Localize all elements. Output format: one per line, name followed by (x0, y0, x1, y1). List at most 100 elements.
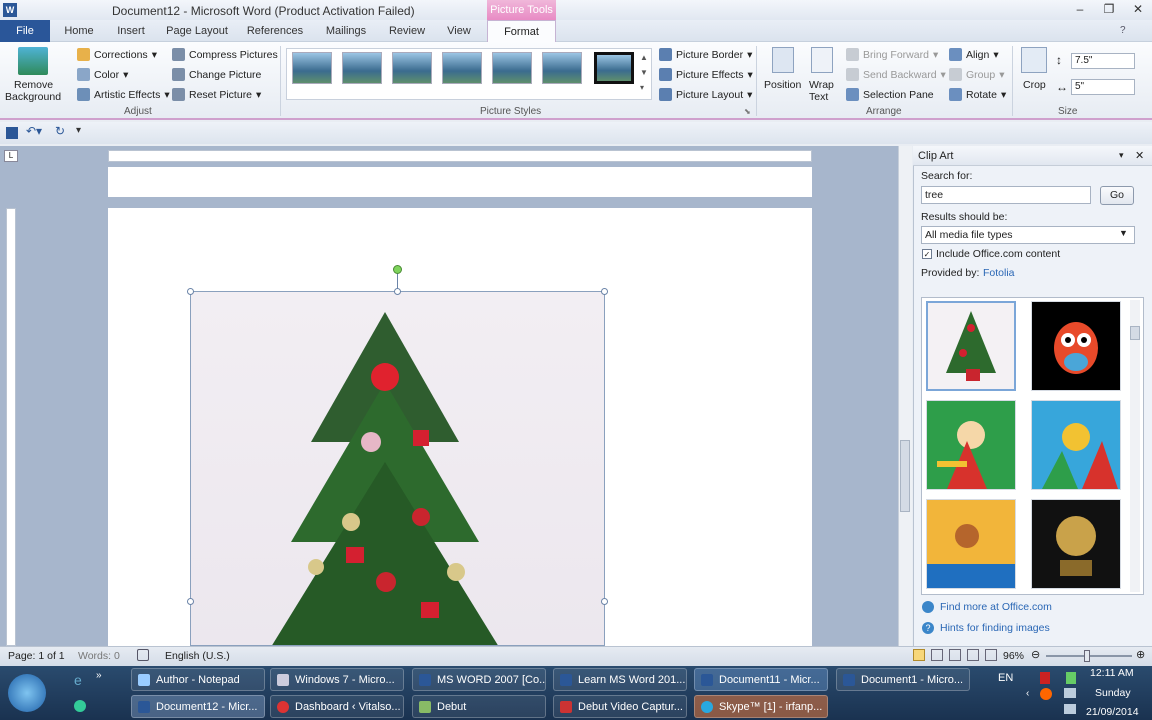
corrections-button[interactable]: Corrections ▾ (77, 48, 157, 61)
clip-result-monkey-green[interactable] (926, 400, 1016, 490)
task-document11[interactable]: Document11 - Micr... (694, 668, 828, 691)
picture-layout-button[interactable]: Picture Layout ▾ (659, 88, 752, 101)
vertical-scrollbar[interactable] (898, 146, 912, 646)
width-input[interactable]: 5" (1071, 79, 1135, 95)
task-dashboard[interactable]: Dashboard ‹ Vitalso... (270, 695, 404, 718)
hints-link[interactable]: Hints for finding images (940, 622, 1050, 634)
tab-review[interactable]: Review (382, 20, 432, 42)
zoom-slider-thumb[interactable] (1084, 650, 1090, 662)
chevron-down-icon[interactable]: ▼ (1119, 228, 1128, 238)
picture-style-1[interactable] (292, 52, 332, 84)
tab-page-layout[interactable]: Page Layout (162, 20, 232, 42)
clip-result-monkey-blue[interactable] (1031, 400, 1121, 490)
selected-picture[interactable] (190, 291, 605, 646)
crop-button[interactable]: Crop (1023, 79, 1046, 91)
page-previous[interactable] (108, 167, 812, 197)
tab-format[interactable]: Format (487, 20, 556, 43)
tray-recorder-icon[interactable] (1040, 672, 1050, 684)
zoom-in-icon[interactable]: ⊕ (1136, 648, 1145, 661)
group-button[interactable]: Group ▾ (949, 68, 1004, 81)
undo-icon[interactable]: ↶▾ (26, 124, 42, 138)
picture-style-5[interactable] (492, 52, 532, 84)
picture-style-7[interactable] (594, 52, 634, 84)
picture-style-3[interactable] (392, 52, 432, 84)
bring-forward-button[interactable]: Bring Forward ▾ (846, 48, 938, 61)
gallery-scrollbar[interactable] (1130, 300, 1140, 592)
task-learn-msword[interactable]: Learn MS Word 201... (553, 668, 687, 691)
horizontal-ruler[interactable] (108, 150, 812, 162)
resize-handle-top-right[interactable] (601, 288, 608, 295)
picture-style-4[interactable] (442, 52, 482, 84)
vertical-ruler[interactable] (6, 208, 16, 646)
task-document1[interactable]: Document1 - Micro... (836, 668, 970, 691)
crop-icon[interactable] (1021, 47, 1047, 73)
picture-style-2[interactable] (342, 52, 382, 84)
remove-background-label-2[interactable]: Background (5, 91, 61, 103)
volume-icon[interactable] (1064, 704, 1076, 714)
clip-search-input[interactable]: tree (921, 186, 1091, 204)
rotate-button[interactable]: Rotate ▾ (949, 88, 1006, 101)
task-msword2007[interactable]: MS WORD 2007 [Co... (412, 668, 546, 691)
tray-app-icon[interactable] (1040, 688, 1052, 700)
fotolia-link[interactable]: Fotolia (983, 267, 1015, 279)
task-notepad[interactable]: Author - Notepad (131, 668, 265, 691)
page-count[interactable]: Page: 1 of 1 (8, 650, 65, 662)
wrap-text-icon[interactable] (811, 47, 833, 73)
go-button[interactable]: Go (1100, 186, 1134, 205)
change-picture-button[interactable]: Change Picture (172, 68, 261, 81)
selection-pane-button[interactable]: Selection Pane (846, 88, 934, 101)
tab-view[interactable]: View (440, 20, 478, 42)
close-button[interactable]: ✕ (1126, 2, 1150, 18)
dialog-launcher-icon[interactable]: ⬊ (744, 107, 751, 116)
redo-icon[interactable]: ↻ (55, 124, 65, 138)
reset-picture-button[interactable]: Reset Picture ▾ (172, 88, 261, 101)
start-button[interactable] (8, 674, 46, 712)
zoom-level[interactable]: 96% (1003, 650, 1024, 662)
zoom-out-icon[interactable]: ⊖ (1031, 648, 1040, 661)
position-button[interactable]: Position (764, 79, 801, 91)
minimize-button[interactable]: – (1068, 2, 1092, 18)
scrollbar-thumb[interactable] (900, 440, 910, 512)
gallery-scroll-thumb[interactable] (1130, 326, 1140, 340)
outline-icon[interactable] (967, 649, 979, 661)
tab-mailings[interactable]: Mailings (318, 20, 374, 42)
show-hidden-icons[interactable]: ‹ (1026, 688, 1029, 699)
draft-icon[interactable] (985, 649, 997, 661)
position-icon[interactable] (772, 47, 794, 73)
print-layout-icon[interactable] (913, 649, 925, 661)
remove-background-label[interactable]: Remove (14, 79, 53, 91)
resize-handle-top[interactable] (394, 288, 401, 295)
clock-time[interactable]: 12:11 AM (1090, 667, 1134, 679)
tab-insert[interactable]: Insert (110, 20, 152, 42)
resize-handle-top-left[interactable] (187, 288, 194, 295)
tab-home[interactable]: Home (58, 20, 100, 42)
language-status[interactable]: English (U.S.) (165, 650, 230, 662)
color-button[interactable]: Color ▾ (77, 68, 128, 81)
picture-effects-button[interactable]: Picture Effects ▾ (659, 68, 753, 81)
word-count[interactable]: Words: 0 (78, 650, 120, 662)
wrap-text-button[interactable]: Wrap (809, 79, 834, 91)
task-skype[interactable]: Skype™ [1] - irfanp... (694, 695, 828, 718)
quicklaunch-icon[interactable] (74, 700, 86, 712)
rotate-handle[interactable] (393, 265, 402, 274)
tab-references[interactable]: References (242, 20, 308, 42)
restore-button[interactable]: ❐ (1097, 2, 1121, 18)
clip-result-christmas-tree[interactable] (926, 301, 1016, 391)
clip-result-money-tree[interactable] (1031, 499, 1121, 589)
find-more-link[interactable]: Find more at Office.com (940, 601, 1052, 613)
tab-stop-selector[interactable]: L (4, 150, 18, 162)
language-indicator[interactable]: EN (998, 672, 1013, 684)
media-type-select[interactable]: All media file types (921, 226, 1135, 244)
ie-icon[interactable]: e (74, 672, 82, 688)
task-windows7[interactable]: Windows 7 - Micro... (270, 668, 404, 691)
proofing-icon[interactable] (137, 649, 149, 661)
full-screen-icon[interactable] (931, 649, 943, 661)
clip-result-monkey-orange[interactable] (926, 499, 1016, 589)
picture-border-button[interactable]: Picture Border ▾ (659, 48, 752, 61)
close-pane-icon[interactable]: ✕ (1135, 149, 1144, 162)
wrap-text-label-2[interactable]: Text (809, 91, 828, 103)
clip-result-owl[interactable] (1031, 301, 1121, 391)
web-layout-icon[interactable] (949, 649, 961, 661)
pane-menu-icon[interactable]: ▾ (1119, 150, 1124, 161)
height-input[interactable]: 7.5" (1071, 53, 1135, 69)
